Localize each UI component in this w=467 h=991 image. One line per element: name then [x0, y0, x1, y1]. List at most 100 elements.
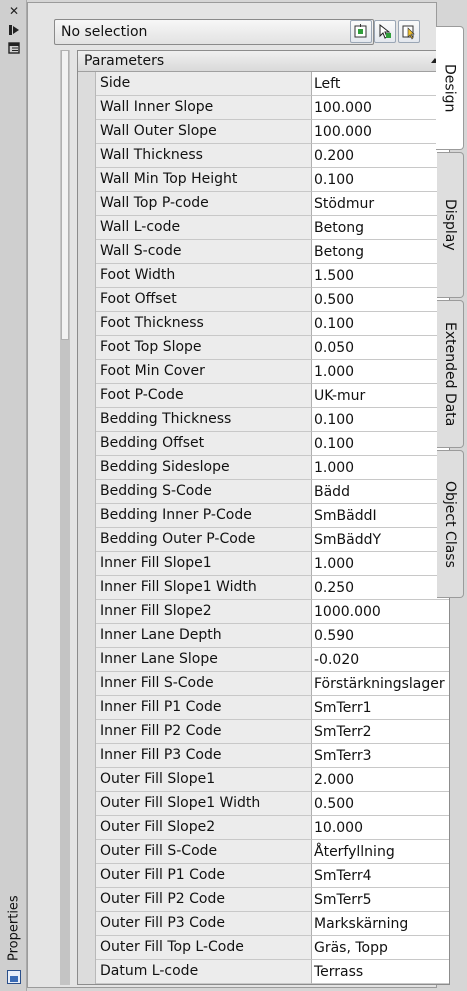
property-value[interactable]: 1.000	[312, 360, 449, 384]
table-row[interactable]: Foot Thickness 0.100	[78, 312, 449, 336]
table-row[interactable]: Outer Fill Top L-Code Gräs, Topp	[78, 936, 449, 960]
property-value[interactable]: SmBäddI	[312, 504, 449, 528]
table-row[interactable]: Outer Fill P2 Code SmTerr5	[78, 888, 449, 912]
property-value[interactable]: 0.250	[312, 576, 449, 600]
property-value[interactable]: 0.100	[312, 408, 449, 432]
table-row[interactable]: Bedding Sideslope 1.000	[78, 456, 449, 480]
table-row[interactable]: Outer Fill S-Code Återfyllning	[78, 840, 449, 864]
property-value[interactable]: 10.000	[312, 816, 449, 840]
table-row[interactable]: Bedding Offset 0.100	[78, 432, 449, 456]
property-value[interactable]: Left	[312, 72, 449, 96]
table-row[interactable]: Outer Fill P3 Code Markskärning	[78, 912, 449, 936]
table-row[interactable]: Wall Min Top Height 0.100	[78, 168, 449, 192]
property-value[interactable]: Stödmur	[312, 192, 449, 216]
property-value[interactable]: Bädd	[312, 480, 449, 504]
tab-extended-data[interactable]: Extended Data	[437, 300, 464, 448]
table-row[interactable]: Outer Fill Slope2 10.000	[78, 816, 449, 840]
property-value[interactable]: 100.000	[312, 96, 449, 120]
palette-title: Properties	[6, 895, 22, 961]
table-row[interactable]: Foot Width 1.500	[78, 264, 449, 288]
property-value[interactable]: SmTerr2	[312, 720, 449, 744]
table-row[interactable]: Inner Fill Slope1 Width 0.250	[78, 576, 449, 600]
property-value[interactable]: -0.020	[312, 648, 449, 672]
auto-hide-icon[interactable]	[6, 23, 22, 37]
property-value[interactable]: Betong	[312, 240, 449, 264]
table-row[interactable]: Inner Fill Slope1 1.000	[78, 552, 449, 576]
property-value[interactable]: 0.500	[312, 792, 449, 816]
property-value[interactable]: SmBäddY	[312, 528, 449, 552]
table-row[interactable]: Inner Fill P2 Code SmTerr2	[78, 720, 449, 744]
property-name: Wall Inner Slope	[96, 96, 312, 120]
property-value[interactable]: SmTerr1	[312, 696, 449, 720]
properties-menu-icon[interactable]	[6, 41, 22, 55]
table-row[interactable]: Wall L-code Betong	[78, 216, 449, 240]
property-value[interactable]: 0.200	[312, 144, 449, 168]
tab-design[interactable]: Design	[436, 26, 464, 150]
table-row[interactable]: Inner Fill P3 Code SmTerr3	[78, 744, 449, 768]
table-row[interactable]: Wall Thickness 0.200	[78, 144, 449, 168]
row-gutter	[78, 240, 96, 264]
table-row[interactable]: Wall Inner Slope 100.000	[78, 96, 449, 120]
property-name: Foot Min Cover	[96, 360, 312, 384]
property-value[interactable]: SmTerr3	[312, 744, 449, 768]
row-gutter	[78, 480, 96, 504]
table-row[interactable]: Wall S-code Betong	[78, 240, 449, 264]
tab-display[interactable]: Display	[437, 152, 464, 298]
property-value[interactable]: Markskärning	[312, 912, 449, 936]
property-value[interactable]: SmTerr5	[312, 888, 449, 912]
property-value[interactable]: Förstärkningslager	[312, 672, 449, 696]
vertical-scrollbar[interactable]	[60, 50, 70, 985]
table-row[interactable]: Inner Lane Depth 0.590	[78, 624, 449, 648]
table-row[interactable]: Inner Fill Slope2 1000.000	[78, 600, 449, 624]
table-row[interactable]: Foot Top Slope 0.050	[78, 336, 449, 360]
table-row[interactable]: Outer Fill Slope1 2.000	[78, 768, 449, 792]
table-row[interactable]: Bedding Thickness 0.100	[78, 408, 449, 432]
property-value[interactable]: 1.000	[312, 456, 449, 480]
table-row[interactable]: Datum L-code Terrass	[78, 960, 449, 984]
property-value[interactable]: 0.100	[312, 432, 449, 456]
property-grid: Parameters Side Left Wall Inner Slope 100.0…	[77, 50, 450, 985]
property-value[interactable]: 0.100	[312, 168, 449, 192]
table-row[interactable]: Bedding Outer P-Code SmBäddY	[78, 528, 449, 552]
table-row[interactable]: Side Left	[78, 72, 449, 96]
table-row[interactable]: Outer Fill Slope1 Width 0.500	[78, 792, 449, 816]
select-objects-button[interactable]	[374, 20, 396, 43]
property-value[interactable]: 0.100	[312, 312, 449, 336]
table-row[interactable]: Foot P-Code UK-mur	[78, 384, 449, 408]
selection-dropdown[interactable]: No selection	[54, 19, 374, 45]
property-value[interactable]: 0.050	[312, 336, 449, 360]
property-value[interactable]: Gräs, Topp	[312, 936, 449, 960]
table-row[interactable]: Foot Min Cover 1.000	[78, 360, 449, 384]
property-value[interactable]: 2.000	[312, 768, 449, 792]
pickadd-toggle-button[interactable]	[350, 20, 372, 43]
tab-object-class[interactable]: Object Class	[437, 450, 464, 598]
property-value[interactable]: 0.590	[312, 624, 449, 648]
table-row[interactable]: Foot Offset 0.500	[78, 288, 449, 312]
row-gutter	[78, 792, 96, 816]
table-row[interactable]: Inner Fill S-Code Förstärkningslager	[78, 672, 449, 696]
property-value[interactable]: Återfyllning	[312, 840, 449, 864]
property-value[interactable]: UK-mur	[312, 384, 449, 408]
property-name: Inner Fill Slope1 Width	[96, 576, 312, 600]
row-gutter	[78, 960, 96, 984]
property-value[interactable]: SmTerr4	[312, 864, 449, 888]
scrollbar-thumb[interactable]	[61, 50, 69, 340]
table-row[interactable]: Inner Fill P1 Code SmTerr1	[78, 696, 449, 720]
table-row[interactable]: Bedding S-Code Bädd	[78, 480, 449, 504]
table-row[interactable]: Wall Top P-code Stödmur	[78, 192, 449, 216]
property-value[interactable]: Betong	[312, 216, 449, 240]
table-row[interactable]: Inner Lane Slope -0.020	[78, 648, 449, 672]
row-gutter	[78, 816, 96, 840]
section-header-parameters[interactable]: Parameters	[78, 51, 449, 72]
property-value[interactable]: 0.500	[312, 288, 449, 312]
property-value[interactable]: Terrass	[312, 960, 449, 984]
property-value[interactable]: 1.500	[312, 264, 449, 288]
table-row[interactable]: Outer Fill P1 Code SmTerr4	[78, 864, 449, 888]
property-value[interactable]: 1.000	[312, 552, 449, 576]
close-icon[interactable]: ✕	[6, 4, 22, 18]
property-value[interactable]: 100.000	[312, 120, 449, 144]
property-value[interactable]: 1000.000	[312, 600, 449, 624]
table-row[interactable]: Wall Outer Slope 100.000	[78, 120, 449, 144]
quick-select-button[interactable]	[398, 20, 420, 43]
table-row[interactable]: Bedding Inner P-Code SmBäddI	[78, 504, 449, 528]
